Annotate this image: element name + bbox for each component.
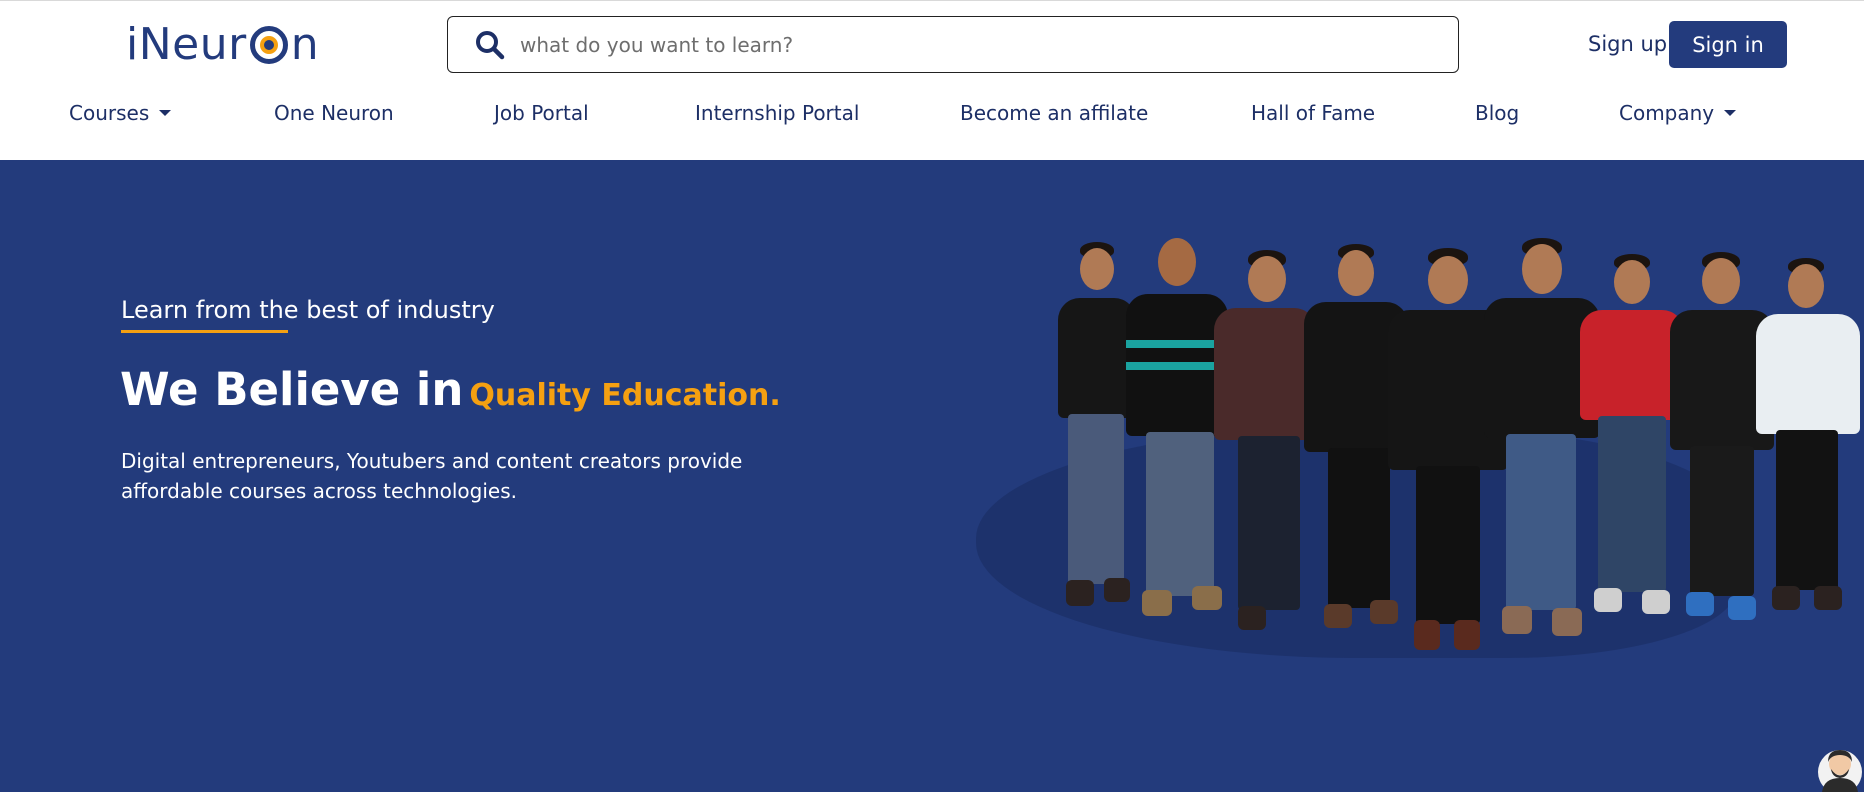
nav-item-one-neuron[interactable]: One Neuron [274, 95, 394, 131]
logo-text-suffix: n [290, 18, 320, 70]
nav-item-become-affiliate[interactable]: Become an affilate [960, 95, 1148, 131]
nav-item-label: Company [1619, 101, 1715, 125]
search-bar[interactable] [447, 16, 1459, 73]
caret-down-icon [159, 109, 172, 116]
search-icon[interactable] [474, 29, 506, 61]
nav-item-blog[interactable]: Blog [1475, 95, 1519, 131]
logo-text-prefix: iNeur [126, 18, 247, 70]
headline-main: We Believe in [120, 363, 464, 416]
neuron-ring-icon [248, 23, 290, 65]
chat-avatar-icon[interactable] [1816, 742, 1864, 792]
caret-down-icon [1724, 109, 1737, 116]
hero-section: Learn from the best of industry We Belie… [0, 160, 1864, 792]
sign-up-link[interactable]: Sign up [1588, 27, 1667, 61]
sign-in-button[interactable]: Sign in [1669, 21, 1787, 68]
team-member [1752, 258, 1864, 658]
hero-tagline: Learn from the best of industry [121, 296, 495, 324]
nav-item-courses[interactable]: Courses [69, 95, 172, 131]
nav-item-label: Internship Portal [695, 101, 860, 125]
nav-item-job-portal[interactable]: Job Portal [494, 95, 589, 131]
nav-item-company[interactable]: Company [1619, 95, 1737, 131]
site-header: iNeur n Sign up Sign in Courses One Neur… [0, 0, 1864, 160]
hero-description: Digital entrepreneurs, Youtubers and con… [121, 449, 743, 503]
team-photo [960, 238, 1864, 728]
nav-item-internship-portal[interactable]: Internship Portal [695, 95, 859, 131]
ineuron-logo[interactable]: iNeur n [126, 15, 319, 73]
nav-item-label: Courses [69, 101, 150, 125]
hero-headline: We Believe in Quality Education. [120, 363, 781, 416]
search-input[interactable] [520, 32, 1420, 57]
nav-item-label: Become an affilate [960, 101, 1149, 125]
headline-accent: Quality Education. [469, 378, 781, 413]
nav-item-label: Blog [1475, 101, 1520, 125]
nav-item-label: Job Portal [494, 101, 589, 125]
nav-item-label: Hall of Fame [1251, 101, 1376, 125]
main-nav: Courses One Neuron Job Portal Internship… [0, 95, 1864, 131]
tagline-underline [121, 330, 288, 333]
nav-item-hall-of-fame[interactable]: Hall of Fame [1251, 95, 1375, 131]
nav-item-label: One Neuron [274, 101, 394, 125]
